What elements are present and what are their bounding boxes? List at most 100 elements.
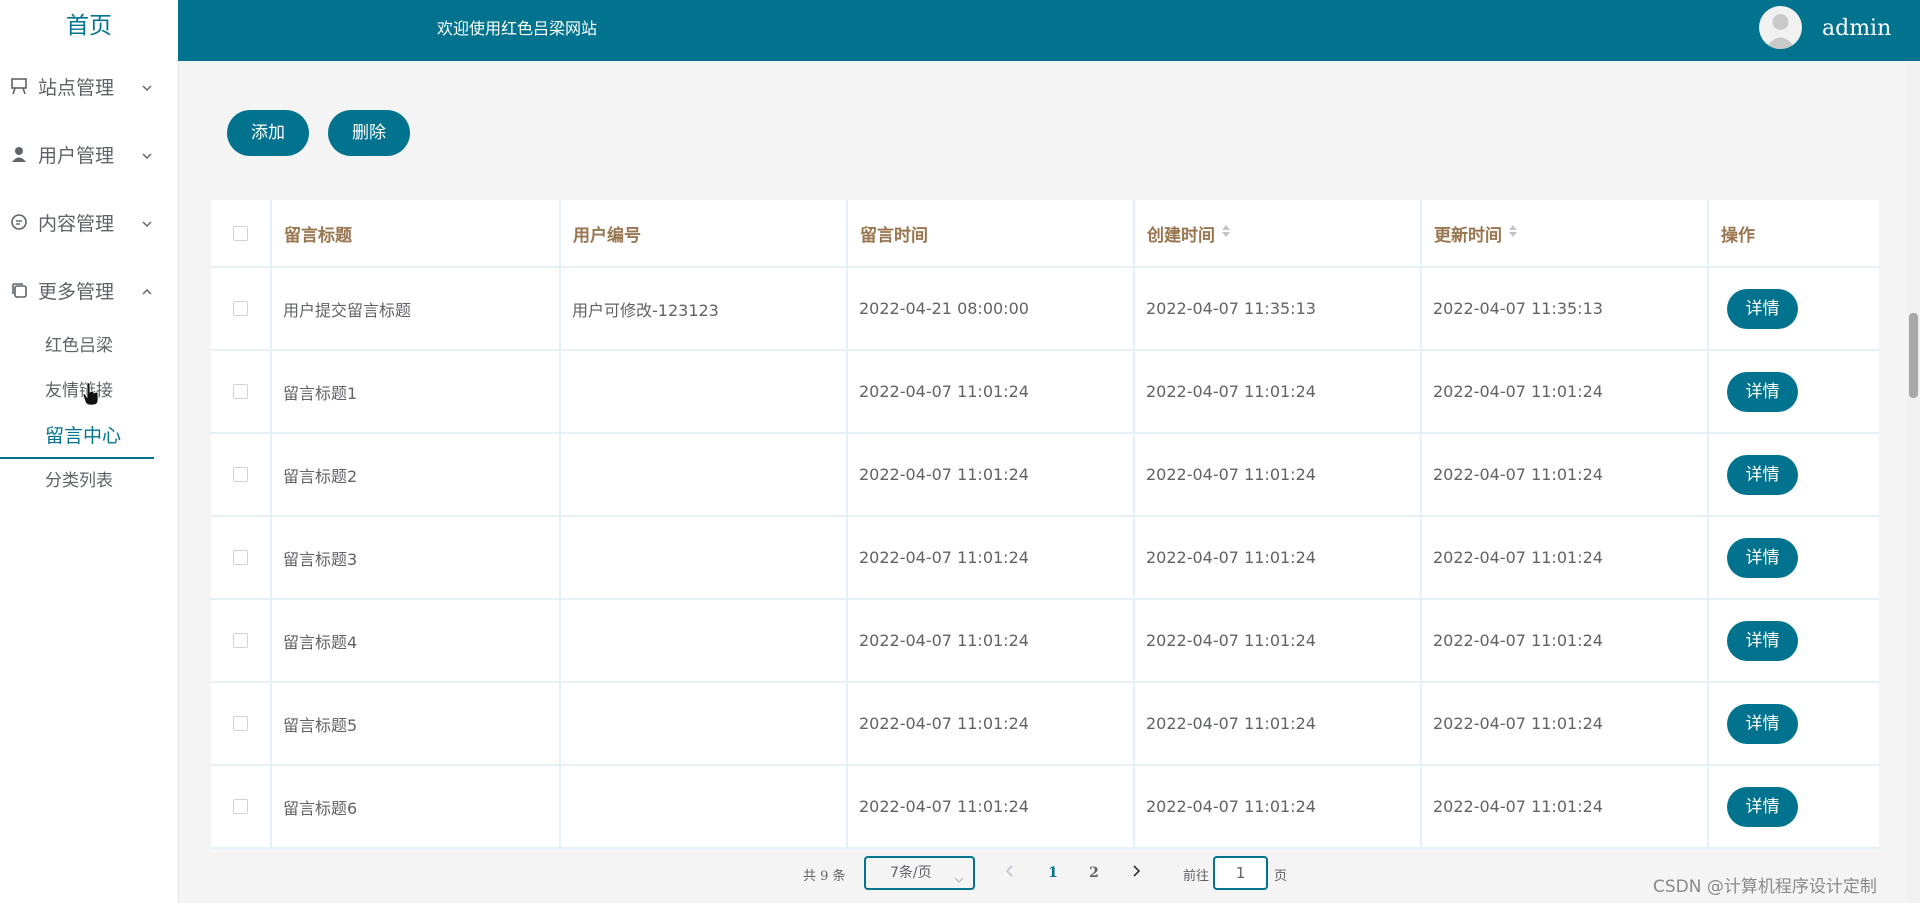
table-row: 留言标题1 2022-04-07 11:01:24 2022-04-07 11:01… [211, 351, 1879, 434]
detail-button[interactable]: 详情 [1727, 454, 1798, 495]
action-cell: 详情 [1709, 683, 1879, 764]
column-header-label: 更新时间 [1434, 225, 1502, 246]
column-header-sortable[interactable]: 更新时间 [1422, 200, 1709, 266]
menu-label: 内容管理 [38, 212, 115, 235]
created-time-cell: 2022-04-07 11:01:24 [1135, 766, 1422, 847]
menu-user-management[interactable]: 用户管理 [0, 120, 178, 188]
sort-icon[interactable] [1508, 223, 1518, 243]
message-time-cell: 2022-04-07 11:01:24 [848, 600, 1135, 681]
message-title-cell: 留言标题5 [272, 683, 561, 764]
user-id-cell [561, 600, 848, 681]
updated-time-cell: 2022-04-07 11:01:24 [1422, 351, 1709, 432]
row-checkbox-cell [211, 351, 272, 432]
username[interactable]: admin [1822, 0, 1891, 57]
column-header: 用户编号 [561, 200, 848, 266]
header-checkbox-cell [211, 200, 272, 266]
column-header-sortable[interactable]: 创建时间 [1135, 200, 1422, 266]
message-time-cell: 2022-04-07 11:01:24 [848, 766, 1135, 847]
row-checkbox[interactable] [233, 467, 248, 482]
message-table: 留言标题 用户编号 留言时间 创建时间 更新时间 操作 用户提交留言标题 用户可修… [211, 200, 1879, 849]
row-checkbox[interactable] [233, 799, 248, 814]
table-row: 用户提交留言标题 用户可修改-123123 2022-04-21 08:00:00 2… [211, 268, 1879, 351]
submenu-message-center[interactable]: 留言中心 [0, 414, 154, 459]
detail-button[interactable]: 详情 [1727, 786, 1798, 827]
message-time-cell: 2022-04-07 11:01:24 [848, 517, 1135, 598]
add-button[interactable]: 添加 [227, 110, 309, 156]
row-checkbox[interactable] [233, 716, 248, 731]
welcome-text: 欢迎使用红色吕梁网站 [437, 19, 598, 38]
table-body: 用户提交留言标题 用户可修改-123123 2022-04-21 08:00:00 2… [211, 268, 1879, 849]
action-cell: 详情 [1709, 268, 1879, 349]
created-time-cell: 2022-04-07 11:35:13 [1135, 268, 1422, 349]
goto-page-input[interactable] [1213, 856, 1268, 890]
row-checkbox-cell [211, 268, 272, 349]
top-header: 欢迎使用红色吕梁网站 admin [178, 0, 1920, 61]
table-row: 留言标题6 2022-04-07 11:01:24 2022-04-07 11:01… [211, 766, 1879, 849]
updated-time-cell: 2022-04-07 11:01:24 [1422, 600, 1709, 681]
home-link[interactable]: 首页 [0, 0, 178, 52]
menu-content-management[interactable]: 内容管理 [0, 188, 178, 256]
row-checkbox-cell [211, 517, 272, 598]
menu-more-management[interactable]: 更多管理 [0, 256, 178, 324]
table-row: 留言标题2 2022-04-07 11:01:24 2022-04-07 11:01… [211, 434, 1879, 517]
updated-time-cell: 2022-04-07 11:01:24 [1422, 517, 1709, 598]
created-time-cell: 2022-04-07 11:01:24 [1135, 600, 1422, 681]
avatar[interactable] [1759, 6, 1802, 49]
column-header: 留言标题 [272, 200, 561, 266]
delete-button[interactable]: 删除 [328, 110, 410, 156]
user-id-cell [561, 517, 848, 598]
updated-time-cell: 2022-04-07 11:01:24 [1422, 683, 1709, 764]
copy-icon [10, 281, 28, 299]
vertical-scrollbar[interactable] [1907, 61, 1920, 903]
message-title-cell: 留言标题1 [272, 351, 561, 432]
column-header-label: 创建时间 [1147, 225, 1215, 246]
message-title-cell: 留言标题2 [272, 434, 561, 515]
scrollbar-thumb[interactable] [1909, 313, 1918, 398]
created-time-cell: 2022-04-07 11:01:24 [1135, 683, 1422, 764]
message-title-cell: 留言标题3 [272, 517, 561, 598]
user-id-cell: 用户可修改-123123 [561, 268, 848, 349]
chevron-down-icon [140, 78, 154, 92]
easel-icon [10, 77, 28, 95]
page-button-2[interactable]: 2 [1076, 856, 1112, 890]
page-button-1[interactable]: 1 [1035, 856, 1071, 890]
submenu-category-list[interactable]: 分类列表 [0, 459, 178, 504]
next-page-button[interactable] [1118, 856, 1154, 890]
column-header: 留言时间 [848, 200, 1135, 266]
page-size-select[interactable]: 7条/页 [864, 856, 975, 890]
created-time-cell: 2022-04-07 11:01:24 [1135, 517, 1422, 598]
message-time-cell: 2022-04-21 08:00:00 [848, 268, 1135, 349]
message-title-cell: 留言标题6 [272, 766, 561, 847]
table-row: 留言标题5 2022-04-07 11:01:24 2022-04-07 11:01… [211, 683, 1879, 766]
row-checkbox-cell [211, 766, 272, 847]
detail-button[interactable]: 详情 [1727, 371, 1798, 412]
detail-button[interactable]: 详情 [1727, 537, 1798, 578]
submenu-red-lvliang[interactable]: 红色吕梁 [0, 324, 178, 369]
column-header: 操作 [1721, 225, 1755, 246]
detail-button[interactable]: 详情 [1727, 703, 1798, 744]
row-checkbox[interactable] [233, 550, 248, 565]
action-cell: 详情 [1709, 517, 1879, 598]
row-checkbox[interactable] [233, 384, 248, 399]
row-checkbox[interactable] [233, 301, 248, 316]
select-all-checkbox[interactable] [233, 225, 248, 241]
user-id-cell [561, 434, 848, 515]
user-id-cell [561, 683, 848, 764]
updated-time-cell: 2022-04-07 11:01:24 [1422, 766, 1709, 847]
page-unit-label: 页 [1274, 869, 1288, 884]
row-checkbox[interactable] [233, 633, 248, 648]
prev-page-button[interactable] [992, 856, 1028, 890]
message-title-cell: 用户提交留言标题 [272, 268, 561, 349]
hand-cursor-icon [82, 382, 100, 410]
row-checkbox-cell [211, 600, 272, 681]
chevron-up-icon [140, 282, 154, 296]
detail-button[interactable]: 详情 [1727, 620, 1798, 661]
created-time-cell: 2022-04-07 11:01:24 [1135, 434, 1422, 515]
updated-time-cell: 2022-04-07 11:01:24 [1422, 434, 1709, 515]
menu-site-management[interactable]: 站点管理 [0, 52, 178, 120]
chevron-down-icon [140, 214, 154, 228]
watermark: CSDN @计算机程序设计定制 [1653, 877, 1877, 897]
action-cell: 详情 [1709, 766, 1879, 847]
detail-button[interactable]: 详情 [1727, 288, 1798, 329]
sort-icon[interactable] [1221, 223, 1231, 243]
